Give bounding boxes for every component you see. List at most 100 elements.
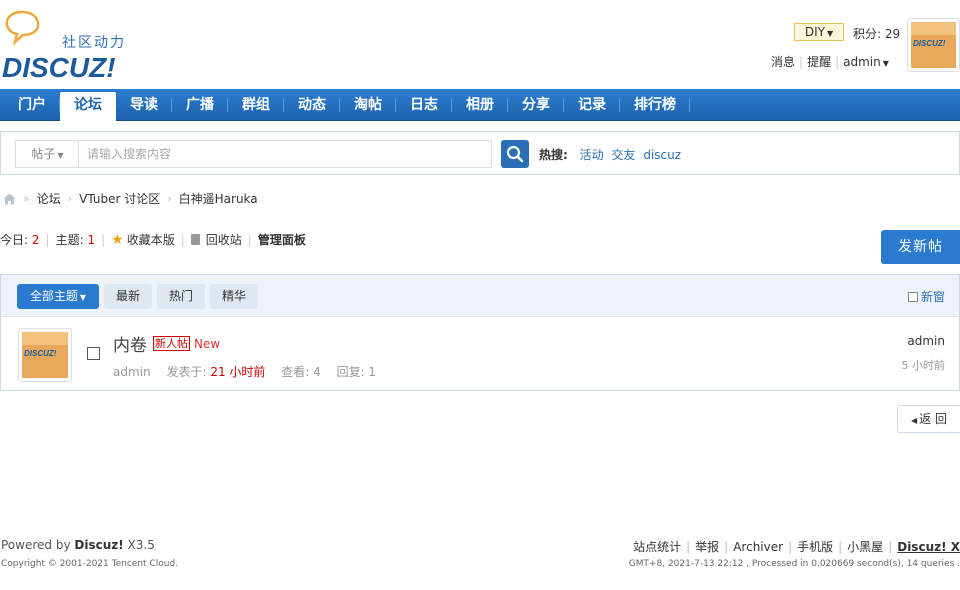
thread-checkbox[interactable] xyxy=(87,347,100,360)
avatar-text: DISCUZ! xyxy=(24,349,57,359)
footer-stats: GMT+8, 2021-7-13 22:12 , Processed in 0.… xyxy=(628,559,960,569)
nav-item-forum[interactable]: 论坛 xyxy=(60,92,116,122)
score-link[interactable]: 积分: 29 xyxy=(853,25,900,42)
diy-label: DIY xyxy=(804,25,825,39)
back-label: 返 回 xyxy=(919,412,947,426)
breadcrumb-separator: › xyxy=(67,192,73,205)
search-button[interactable] xyxy=(501,140,529,168)
tab-all-label: 全部主题 xyxy=(29,289,78,303)
search-input[interactable]: 请输入搜索内容 xyxy=(78,140,492,168)
tab-latest[interactable]: 最新 xyxy=(104,284,152,309)
author-avatar[interactable]: DISCUZ! xyxy=(18,328,72,382)
nav-item-album[interactable]: 相册 xyxy=(452,89,508,121)
user-avatar[interactable]: DISCUZ! xyxy=(907,18,960,72)
last-poster[interactable]: admin xyxy=(902,334,945,348)
search-bar: 帖子 ▼ 请输入搜索内容 热搜: 活动 交友 discuz xyxy=(0,131,960,175)
chevron-left-icon: ◀ xyxy=(911,416,918,425)
manage-panel-link[interactable]: 管理面板 xyxy=(258,231,306,248)
view-count: 查看: 4 xyxy=(281,365,321,379)
thread-title[interactable]: 内卷 xyxy=(113,331,147,356)
diy-button[interactable]: DIY ▼ xyxy=(794,23,844,41)
search-category-select[interactable]: 帖子 ▼ xyxy=(15,140,79,168)
footer-brand-link[interactable]: Discuz! X xyxy=(897,540,960,554)
chevron-down-icon: ▼ xyxy=(79,293,87,302)
footer-link-stats[interactable]: 站点统计 xyxy=(633,540,681,554)
nav-item-guide[interactable]: 导读 xyxy=(116,89,172,121)
powered-by: Powered by Discuz! X3.5 xyxy=(1,538,155,552)
breadcrumb-separator: › xyxy=(167,192,172,205)
posted-label: 发表于: xyxy=(166,365,207,379)
tab-digest[interactable]: 精华 xyxy=(210,284,258,309)
powered-brand[interactable]: Discuz! xyxy=(74,538,123,552)
breadcrumb: » 论坛 › VTuber 讨论区 › 白神遥Haruka xyxy=(3,190,258,207)
divider: | xyxy=(788,540,793,554)
new-post-button[interactable]: 发新帖 xyxy=(881,230,960,264)
breadcrumb-category[interactable]: VTuber 讨论区 xyxy=(79,190,160,207)
username: admin xyxy=(843,55,881,69)
today-count: 2 xyxy=(31,232,40,247)
hot-searches: 热搜: 活动 交友 discuz xyxy=(539,146,681,163)
copyright: Copyright © 2001-2021 Tencent Cloud. xyxy=(1,559,178,569)
thread-title-line: 内卷 新人帖 New xyxy=(113,331,220,356)
breadcrumb-board[interactable]: 白神遥Haruka xyxy=(179,190,258,207)
divider: | xyxy=(180,232,185,247)
divider: | xyxy=(45,232,50,247)
search-category-label: 帖子 xyxy=(31,147,56,161)
powered-prefix: Powered by xyxy=(1,538,75,552)
tab-hot[interactable]: 热门 xyxy=(157,284,205,309)
site-slogan: 社区动力 xyxy=(62,35,126,51)
hot-search-label: 热搜: xyxy=(539,148,568,162)
nav-list: 门户 论坛 导读 广播 群组 动态 淘帖 日志 相册 分享 记录 排行榜 xyxy=(0,89,960,122)
messages-link[interactable]: 消息 xyxy=(771,55,795,69)
nav-item-share[interactable]: 分享 xyxy=(508,89,564,121)
nav-item-feed[interactable]: 动态 xyxy=(284,89,340,121)
footer-link-report[interactable]: 举报 xyxy=(695,540,719,554)
site-logo[interactable]: 社区动力 DISCUZ! xyxy=(0,8,140,83)
divider: | xyxy=(101,232,106,247)
tab-all-topics[interactable]: 全部主题 ▼ xyxy=(17,284,99,309)
box-avatar-image: DISCUZ! xyxy=(911,22,956,68)
nav-item-ranking[interactable]: 排行榜 xyxy=(620,89,690,121)
breadcrumb-forum[interactable]: 论坛 xyxy=(37,190,61,207)
back-button[interactable]: ◀ 返 回 xyxy=(897,405,960,433)
star-icon: ★ xyxy=(111,231,124,248)
divider: | xyxy=(686,540,691,554)
reminders-link[interactable]: 提醒 xyxy=(807,55,831,69)
new-window-toggle[interactable]: 新窗 xyxy=(907,288,945,305)
divider: | xyxy=(799,55,804,69)
new-window-checkbox[interactable] xyxy=(907,291,918,302)
nav-item-broadcast[interactable]: 广播 xyxy=(172,89,228,121)
nav-item-blog[interactable]: 日志 xyxy=(396,89,452,121)
recycle-bin-link[interactable]: 回收站 xyxy=(206,231,242,248)
search-icon xyxy=(506,145,524,163)
nav-item-collections[interactable]: 淘帖 xyxy=(340,89,396,121)
footer-link-blacklist[interactable]: 小黑屋 xyxy=(847,540,883,554)
last-reply-time[interactable]: 5 小时前 xyxy=(902,357,946,373)
footer-link-archiver[interactable]: Archiver xyxy=(733,540,783,554)
chevron-down-icon: ▼ xyxy=(57,151,64,160)
powered-version: X3.5 xyxy=(123,538,155,552)
last-reply: admin 5 小时前 xyxy=(902,334,946,373)
user-links: 消息 | 提醒 | admin ▼ xyxy=(771,53,889,70)
thread-list-header: 全部主题 ▼ 最新 热门 精华 新窗 xyxy=(1,275,959,317)
nav-item-groups[interactable]: 群组 xyxy=(228,89,284,121)
thread-author[interactable]: admin xyxy=(113,365,151,379)
home-icon[interactable] xyxy=(3,193,16,205)
chevron-down-icon: ▼ xyxy=(882,59,889,68)
favorite-board-link[interactable]: 收藏本版 xyxy=(127,231,175,248)
divider: | xyxy=(247,232,252,247)
hot-search-term[interactable]: 交友 xyxy=(611,148,635,162)
hot-search-term[interactable]: 活动 xyxy=(580,148,604,162)
avatar-text: DISCUZ! xyxy=(913,39,946,49)
nav-item-portal[interactable]: 门户 xyxy=(4,89,60,121)
thread-meta: admin 发表于: 21 小时前 查看: 4 回复: 1 xyxy=(113,363,376,380)
hot-search-term[interactable]: discuz xyxy=(643,148,681,162)
nav-item-records[interactable]: 记录 xyxy=(564,89,620,121)
new-window-label: 新窗 xyxy=(920,290,945,304)
footer-link-mobile[interactable]: 手机版 xyxy=(797,540,833,554)
username-menu[interactable]: admin ▼ xyxy=(843,55,889,69)
topics-label: 主题: xyxy=(55,233,84,247)
divider: | xyxy=(838,540,843,554)
thread-list: 全部主题 ▼ 最新 热门 精华 新窗 DISCUZ! 内卷 新人帖 New adm… xyxy=(0,274,960,391)
speech-bubble-icon xyxy=(5,10,40,46)
